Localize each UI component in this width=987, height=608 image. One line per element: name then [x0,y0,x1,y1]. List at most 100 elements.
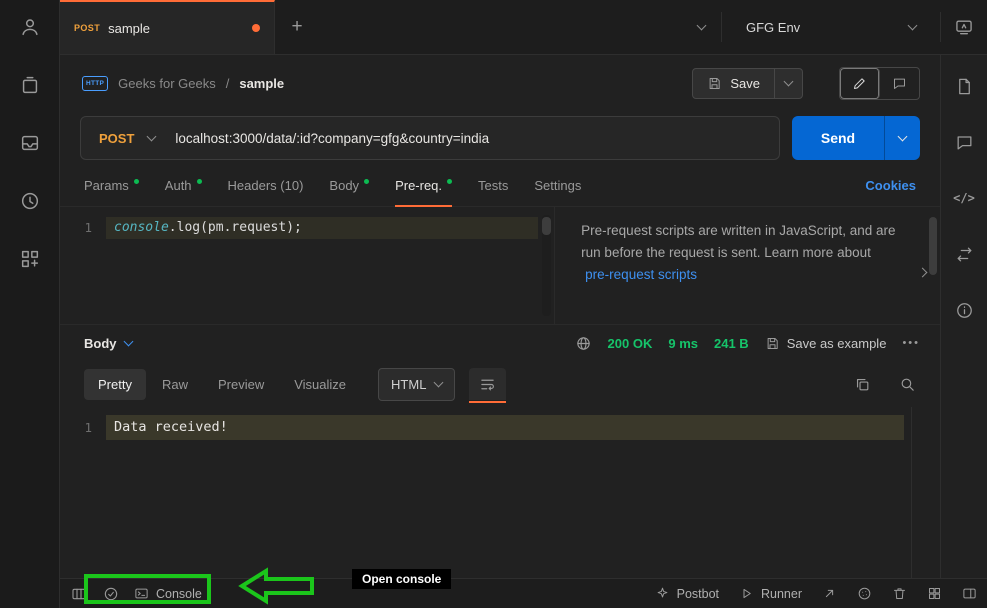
inbox-icon[interactable] [17,130,43,156]
response-body-viewer[interactable]: 1 Data received! [60,407,940,578]
tabbar-spacer [319,0,681,54]
chevron-down-icon [907,20,918,31]
request-url-row: POST localhost:3000/data/:id?company=gfg… [60,111,940,165]
save-options-button[interactable] [774,68,802,98]
help-scrollbar-thumb[interactable] [929,217,937,275]
status-code[interactable]: 200 OK [608,336,653,351]
tab-preview[interactable]: Preview [204,369,278,400]
request-tab-bar: POST sample + GFG Env [60,0,987,55]
environment-quick-look-icon[interactable] [941,0,987,54]
postbot-button[interactable]: Postbot [655,586,719,601]
cookies-icon[interactable] [857,586,872,601]
save-button[interactable]: Save [693,69,774,98]
search-icon[interactable] [899,376,916,393]
runner-label: Runner [761,586,802,601]
new-tab-button[interactable]: + [275,0,319,54]
network-globe-icon[interactable] [575,335,592,352]
request-editor-pane: HTTP Geeks for Geeks / sample Save POST … [60,55,940,578]
pre-request-section: 1 console.log(pm.request); Pre-request s… [60,207,940,325]
save-split-button: Save [692,67,803,99]
two-pane-view-icon[interactable] [927,586,942,601]
environment-selector[interactable]: GFG Env [722,0,940,54]
method-selector[interactable]: POST [81,131,148,146]
comment-button[interactable] [880,68,919,99]
tab-pre-request[interactable]: Pre-req. [395,165,453,207]
breadcrumb-request-name[interactable]: sample [239,76,284,91]
tab-label: Body [329,178,360,193]
format-label: HTML [391,376,427,392]
pre-request-scripts-link[interactable]: pre-request scripts [585,267,697,282]
script-editor[interactable]: 1 console.log(pm.request); [60,207,556,324]
related-requests-icon[interactable] [951,243,977,265]
send-button[interactable]: Send [792,116,884,160]
tab-params[interactable]: Params [84,165,139,206]
green-dot-icon [196,179,202,184]
tab-label: Tests [478,178,509,193]
url-input[interactable]: localhost:3000/data/:id?company=gfg&coun… [175,131,489,146]
copy-icon[interactable] [854,376,871,393]
more-options-icon[interactable]: ••• [902,337,920,349]
green-dot-icon [447,179,453,184]
console-button[interactable]: Console [134,586,202,601]
save-as-example-label: Save as example [786,335,887,351]
collapse-panel-chevron-icon[interactable] [917,261,928,283]
runner-button[interactable]: Runner [739,586,802,601]
tab-method-label: POST [74,23,101,33]
status-bar: Console Postbot Runner [60,578,987,608]
tab-label: Headers (10) [227,178,304,193]
tab-tests[interactable]: Tests [478,165,508,206]
editor-scrollbar-thumb[interactable] [542,217,552,235]
save-as-example-button[interactable]: Save as example [765,335,887,351]
tab-raw[interactable]: Raw [148,369,202,400]
tab-headers[interactable]: Headers (10) [228,165,304,206]
postbot-label: Postbot [676,586,719,601]
collections-icon[interactable] [17,72,43,98]
history-icon[interactable] [17,188,43,214]
code-snippet-icon[interactable]: </> [951,187,977,209]
trash-icon[interactable] [892,586,907,601]
green-dot-icon [133,179,139,184]
cookies-link[interactable]: Cookies [865,178,916,193]
request-tabs: Params Auth Headers (10) Body Pre-req. T… [60,165,940,207]
edit-button[interactable] [840,67,880,99]
statusbar-right: Postbot Runner [655,586,977,601]
tab-settings[interactable]: Settings [534,165,581,206]
capture-requests-icon[interactable] [822,586,837,601]
tab-visualize[interactable]: Visualize [280,369,360,400]
code-content: console.log(pm.request); [106,217,539,239]
response-scrollbar-track[interactable] [911,407,912,578]
breadcrumb-actions: Save [692,66,920,100]
workspaces-icon[interactable] [17,246,43,272]
response-content: Data received! [106,415,904,440]
chevron-down-icon [433,377,444,388]
info-icon[interactable] [951,299,977,321]
green-dot-icon [364,179,370,184]
main-column: POST sample + GFG Env HTTP Geeks for Gee… [60,0,987,608]
tab-options-chevron-icon[interactable] [681,0,721,54]
response-body-dropdown[interactable]: Body [84,336,117,351]
help-text: Pre-request scripts are written in JavaS… [581,223,896,260]
response-time[interactable]: 9 ms [668,336,698,351]
breadcrumb-workspace[interactable]: Geeks for Geeks [118,76,216,91]
chevron-down-icon[interactable] [123,336,133,347]
format-dropdown[interactable]: HTML [378,367,456,401]
comments-icon[interactable] [951,131,977,153]
split-panel-icon[interactable] [962,586,977,601]
line-number: 1 [84,220,92,235]
open-request-tab[interactable]: POST sample [60,0,275,54]
tab-pretty[interactable]: Pretty [84,368,146,400]
sidebar-toggle-icon[interactable] [70,585,88,603]
environment-name: GFG Env [746,19,801,35]
response-header: Body 200 OK 9 ms 241 B Save as example •… [60,325,940,361]
tab-body[interactable]: Body [329,165,370,206]
tab-auth[interactable]: Auth [165,165,202,206]
response-size[interactable]: 241 B [714,336,749,351]
http-request-icon: HTTP [82,75,109,91]
wrap-lines-toggle[interactable] [469,368,507,403]
send-options-button[interactable] [884,116,920,160]
account-icon[interactable] [17,14,43,40]
token-console: console [114,220,169,235]
checks-status-icon[interactable] [102,585,120,603]
method-chevron-icon[interactable] [146,131,175,142]
documentation-icon[interactable] [951,75,977,97]
